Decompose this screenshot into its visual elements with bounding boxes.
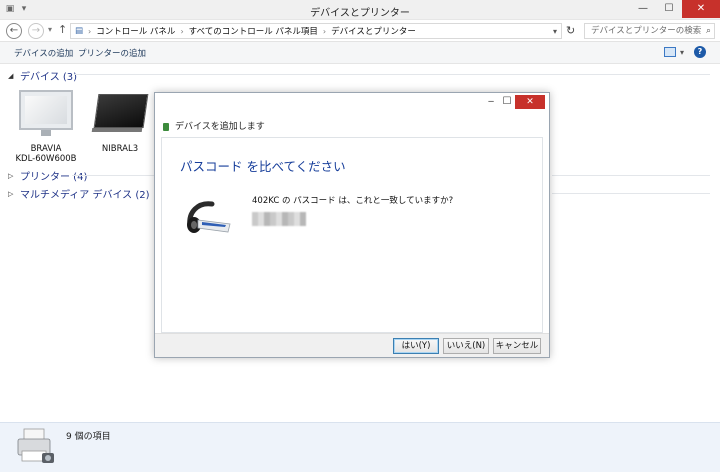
breadcrumb-separator-icon[interactable]: › <box>180 27 183 36</box>
group-divider <box>74 74 710 75</box>
command-icons: ▾ ? <box>663 46 706 58</box>
window-controls: — ☐ ✕ <box>630 0 720 18</box>
search-placeholder: デバイスとプリンターの検索 <box>591 26 702 36</box>
device-label: BRAVIA <box>30 144 62 154</box>
group-label: マルチメディア デバイス (2) <box>20 190 150 201</box>
passcode-value-redacted <box>252 212 306 226</box>
back-button[interactable]: ← <box>6 23 22 39</box>
maximize-button[interactable]: ☐ <box>656 0 682 18</box>
search-input[interactable]: デバイスとプリンターの検索 ⌕ <box>584 23 715 39</box>
address-bar[interactable]: ▤ › コントロール パネル › すべてのコントロール パネル項目 › デバイス… <box>70 23 562 39</box>
dialog-body: パスコード を比べてください 402KC の パスコード は、これと一致していま… <box>161 137 543 333</box>
breadcrumb-all-items[interactable]: すべてのコントロール パネル項目 <box>189 25 318 37</box>
details-pane: 9 個の項目 <box>0 422 720 472</box>
view-dropdown-icon[interactable]: ▾ <box>680 48 684 57</box>
control-panel-icon: ▤ <box>75 26 84 36</box>
printer-icon <box>17 428 54 463</box>
add-device-dialog: ‒ ☐ ✕ デバイスを追加します パスコード を比べてください 402KC の … <box>154 92 550 358</box>
passcode-question: 402KC の パスコード は、これと一致していますか? <box>252 196 454 206</box>
breadcrumb-separator-icon[interactable]: › <box>323 27 326 36</box>
dialog-controls: ‒ ☐ ✕ <box>483 95 545 109</box>
breadcrumb-devices-printers[interactable]: デバイスとプリンター <box>331 25 416 37</box>
help-icon[interactable]: ? <box>694 46 706 58</box>
add-printer-button[interactable]: プリンターの追加 <box>78 47 146 59</box>
dialog-caption-text: デバイスを追加します <box>175 122 265 132</box>
dialog-heading: パスコード を比べてください <box>180 159 346 174</box>
refresh-icon[interactable]: ↻ <box>566 24 578 38</box>
window-titlebar: ▣ ▾ デバイスとプリンター — ☐ ✕ <box>0 0 720 20</box>
device-bravia[interactable]: BRAVIA KDL-60W600B <box>10 90 82 164</box>
breadcrumb-control-panel[interactable]: コントロール パネル <box>96 25 175 37</box>
dialog-close-button[interactable]: ✕ <box>515 95 545 109</box>
view-options-icon[interactable] <box>663 47 676 57</box>
group-divider <box>552 175 710 176</box>
command-bar: デバイスの追加 プリンターの追加 ▾ ? <box>0 42 720 64</box>
device-label: NIBRAL3 <box>101 144 139 154</box>
no-button[interactable]: いいえ(N) <box>443 338 489 354</box>
tablet-icon <box>90 90 150 138</box>
tv-icon <box>19 90 73 138</box>
back-arrow-icon: ← <box>9 25 19 36</box>
dialog-footer: はい(Y) いいえ(N) キャンセル <box>155 333 549 357</box>
dialog-titlebar: ‒ ☐ ✕ デバイスを追加します <box>155 93 549 137</box>
breadcrumb-separator-icon[interactable]: › <box>88 27 91 36</box>
group-divider <box>552 193 710 194</box>
search-icon[interactable]: ⌕ <box>706 24 711 38</box>
add-device-button[interactable]: デバイスの追加 <box>14 47 73 59</box>
item-count: 9 個の項目 <box>66 432 111 442</box>
expand-arrow-icon[interactable]: ▷ <box>8 190 16 198</box>
cancel-button[interactable]: キャンセル <box>493 338 541 354</box>
recent-dropdown-icon[interactable]: ▾ <box>48 25 52 34</box>
forward-button[interactable]: → <box>28 23 44 39</box>
add-device-icon <box>161 121 171 131</box>
headset-icon <box>187 201 231 233</box>
minimize-button[interactable]: — <box>630 0 656 18</box>
up-arrow-icon[interactable]: ↑ <box>58 23 67 36</box>
dialog-caption: デバイスを追加します <box>161 119 265 132</box>
forward-arrow-icon: → <box>31 25 41 36</box>
group-multimedia[interactable]: ▷ マルチメディア デバイス (2) <box>8 186 150 202</box>
close-button[interactable]: ✕ <box>682 0 720 18</box>
device-nibral3[interactable]: NIBRAL3 <box>84 90 156 154</box>
collapse-arrow-icon[interactable]: ◢ <box>8 72 16 80</box>
group-devices[interactable]: ◢ デバイス (3) <box>8 68 78 84</box>
dialog-maximize-button[interactable]: ☐ <box>499 95 515 109</box>
device-label: KDL-60W600B <box>15 154 77 164</box>
address-dropdown-icon[interactable]: ▾ <box>549 27 561 36</box>
expand-arrow-icon[interactable]: ▷ <box>8 172 16 180</box>
group-divider <box>72 175 154 176</box>
window-title: デバイスとプリンター <box>310 8 410 19</box>
yes-button[interactable]: はい(Y) <box>393 338 439 354</box>
address-row: ← → ▾ ↑ ▤ › コントロール パネル › すべてのコントロール パネル項… <box>0 20 720 42</box>
group-label: デバイス (3) <box>20 72 78 83</box>
dialog-minimize-button[interactable]: ‒ <box>483 95 499 109</box>
